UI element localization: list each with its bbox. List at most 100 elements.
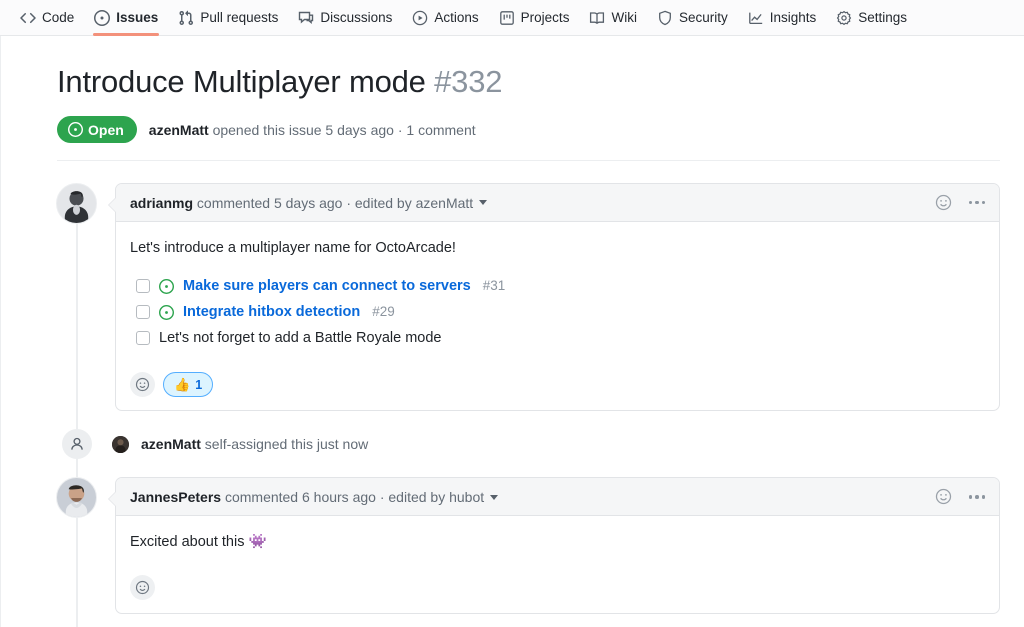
- issue-opened-icon: [68, 122, 83, 137]
- avatar[interactable]: [56, 477, 97, 519]
- repo-nav: Code Issues Pull requests Discussions Ac: [0, 0, 1024, 36]
- reaction-bar: [116, 566, 999, 613]
- status-badge[interactable]: Open: [57, 116, 137, 143]
- reaction-bar: 👍 1: [116, 363, 999, 410]
- smiley-plus-icon[interactable]: [130, 574, 155, 600]
- comment-discussion-icon: [298, 10, 314, 26]
- comment-separator: ·: [379, 488, 385, 505]
- nav-tab-label: Actions: [434, 10, 479, 25]
- chevron-down-icon[interactable]: [490, 494, 499, 500]
- task-issue-link[interactable]: Integrate hitbox detection: [183, 301, 360, 323]
- nav-tab-label: Insights: [769, 10, 817, 25]
- comment-separator: ·: [346, 194, 351, 211]
- task-list-item: Make sure players can connect to servers…: [136, 273, 985, 299]
- task-issue-ref: #31: [482, 278, 506, 293]
- task-checkbox[interactable]: [136, 279, 150, 294]
- nav-tab-projects[interactable]: Projects: [489, 0, 580, 36]
- play-icon: [412, 10, 428, 26]
- smiley-plus-icon[interactable]: [130, 372, 155, 398]
- comment-header: JannesPeters commented 6 hours ago · edi…: [116, 478, 999, 517]
- task-issue-link[interactable]: Make sure players can connect to servers: [183, 275, 471, 297]
- comment-text: Let's introduce a multiplayer name for O…: [130, 240, 456, 256]
- task-list: Make sure players can connect to servers…: [136, 273, 985, 351]
- event-author[interactable]: azenMatt: [141, 436, 201, 452]
- task-checkbox[interactable]: [136, 331, 150, 346]
- issue-author[interactable]: azenMatt: [149, 122, 209, 138]
- nav-tab-label: Settings: [858, 10, 908, 25]
- nav-tab-wiki[interactable]: Wiki: [579, 0, 647, 36]
- comment-header-text: adrianmg commented 5 days ago · edited b…: [130, 194, 488, 211]
- timeline-event: azenMatt self-assigned this just now: [57, 429, 1000, 460]
- nav-tab-actions[interactable]: Actions: [402, 0, 488, 36]
- issue-page-body: Introduce Multiplayer mode #332 Open aze…: [0, 36, 1024, 627]
- comment-action: commented 5 days ago: [196, 194, 343, 211]
- graph-icon: [748, 10, 764, 26]
- task-list-item: Let's not forget to add a Battle Royale …: [136, 325, 985, 351]
- nav-tab-pull-requests[interactable]: Pull requests: [168, 0, 288, 36]
- alien-monster-icon: 👾: [248, 534, 267, 551]
- nav-tab-label: Projects: [520, 10, 570, 25]
- kebab-horizontal-icon[interactable]: [968, 493, 987, 501]
- nav-tab-label: Code: [42, 10, 75, 25]
- issue-meta-action: opened this issue 5 days ago: [212, 121, 394, 138]
- issue-meta-text: azenMatt opened this issue 5 days ago · …: [149, 122, 476, 138]
- nav-tab-settings[interactable]: Settings: [826, 0, 917, 36]
- timeline-event-text: azenMatt self-assigned this just now: [141, 436, 368, 452]
- issue-opened-icon: [94, 9, 111, 26]
- reaction-count: 1: [195, 377, 203, 392]
- header-divider: [57, 160, 1000, 161]
- comment-header-actions: [934, 487, 987, 507]
- nav-tab-label: Discussions: [320, 10, 393, 25]
- github-issue-page: Code Issues Pull requests Discussions Ac: [0, 0, 1024, 627]
- comment-edited-by[interactable]: edited by hubot: [388, 489, 484, 505]
- comment-box: JannesPeters commented 6 hours ago · edi…: [108, 477, 1000, 614]
- shield-icon: [657, 10, 673, 26]
- nav-tab-label: Pull requests: [200, 10, 279, 25]
- smiley-icon[interactable]: [934, 193, 954, 213]
- task-issue-ref: #29: [372, 304, 395, 319]
- comment-text: Excited about this: [130, 534, 245, 551]
- smiley-icon[interactable]: [934, 487, 954, 507]
- comment-header-text: JannesPeters commented 6 hours ago · edi…: [130, 488, 499, 505]
- reaction-thumbsup[interactable]: 👍 1: [163, 372, 214, 398]
- task-checkbox[interactable]: [136, 305, 150, 320]
- issue-opened-icon: [159, 304, 174, 320]
- book-icon: [589, 10, 605, 26]
- event-action: self-assigned this just now: [204, 436, 369, 453]
- code-icon: [20, 10, 36, 26]
- nav-tab-discussions[interactable]: Discussions: [288, 0, 402, 36]
- avatar[interactable]: [56, 183, 97, 224]
- nav-tab-label: Security: [678, 10, 728, 25]
- issue-timeline: adrianmg commented 5 days ago · edited b…: [56, 183, 1000, 627]
- issue-meta-row: Open azenMatt opened this issue 5 days a…: [57, 116, 1000, 143]
- issue-opened-icon: [159, 278, 174, 294]
- nav-tab-insights[interactable]: Insights: [738, 0, 827, 36]
- nav-tab-security[interactable]: Security: [647, 0, 738, 36]
- person-icon: [62, 429, 92, 460]
- comment-action: commented 6 hours ago: [224, 488, 376, 505]
- comment-header-actions: [934, 193, 987, 213]
- chevron-down-icon[interactable]: [479, 200, 488, 206]
- project-icon: [499, 10, 515, 26]
- thumbsup-icon: 👍: [174, 377, 191, 393]
- comment-body: Excited about this 👾: [116, 516, 999, 565]
- status-badge-label: Open: [88, 121, 124, 138]
- issue-title-text: Introduce Multiplayer mode: [57, 64, 426, 99]
- nav-tab-issues[interactable]: Issues: [84, 0, 168, 36]
- page-title: Introduce Multiplayer mode #332: [57, 62, 1000, 102]
- issue-comment-count: 1 comment: [406, 121, 476, 138]
- comment-author[interactable]: JannesPeters: [130, 489, 221, 505]
- task-list-item: Integrate hitbox detection #29: [136, 299, 985, 325]
- avatar[interactable]: [112, 435, 129, 453]
- kebab-horizontal-icon[interactable]: [968, 199, 987, 207]
- comment-edited-by[interactable]: edited by azenMatt: [355, 195, 473, 211]
- comment-body: Let's introduce a multiplayer name for O…: [116, 222, 999, 363]
- timeline-comment: JannesPeters commented 6 hours ago · edi…: [56, 477, 1000, 614]
- issue-number: #332: [434, 64, 503, 99]
- comment-box: adrianmg commented 5 days ago · edited b…: [108, 183, 1000, 412]
- issue-meta-separator: ·: [397, 121, 403, 138]
- comment-header: adrianmg commented 5 days ago · edited b…: [116, 184, 999, 222]
- nav-tab-code[interactable]: Code: [10, 0, 84, 36]
- git-pull-request-icon: [178, 10, 194, 26]
- comment-author[interactable]: adrianmg: [130, 195, 193, 211]
